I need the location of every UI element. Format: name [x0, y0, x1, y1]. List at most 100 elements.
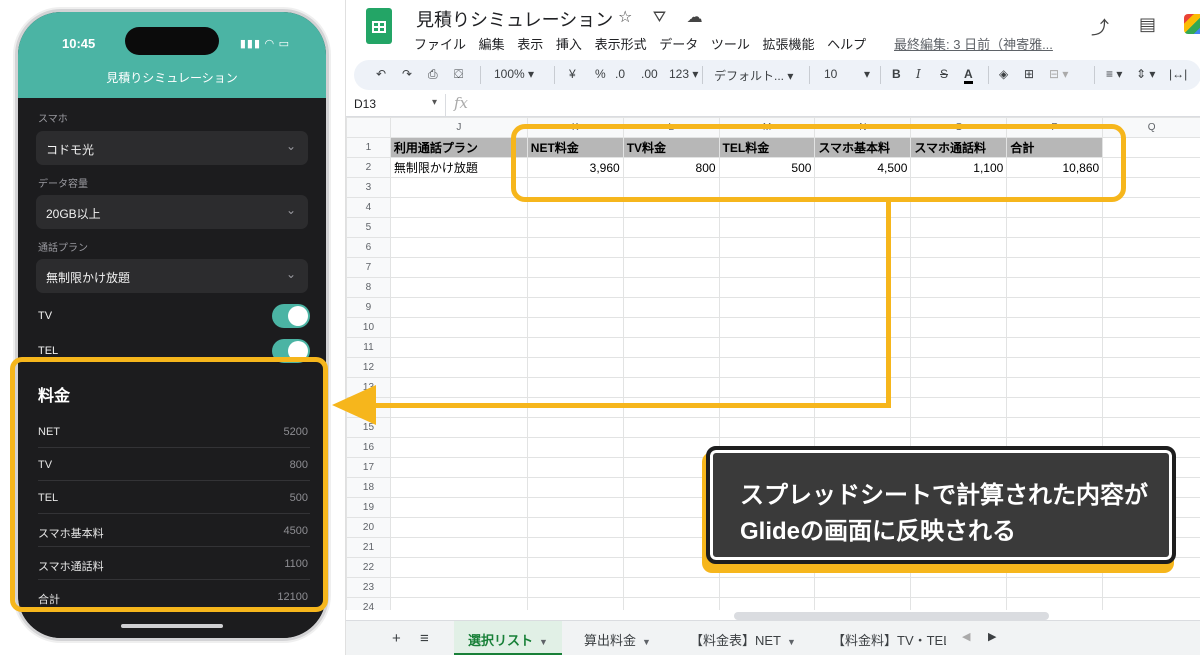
- cell[interactable]: [389, 377, 528, 398]
- cell[interactable]: [1102, 377, 1200, 398]
- cell[interactable]: [814, 357, 912, 378]
- cell[interactable]: [814, 417, 912, 438]
- menu-view[interactable]: 表示: [517, 37, 543, 52]
- cell[interactable]: [622, 277, 720, 298]
- cell[interactable]: [1006, 417, 1104, 438]
- cell[interactable]: [622, 257, 720, 278]
- cell[interactable]: [622, 297, 720, 318]
- menu-file[interactable]: ファイル: [414, 37, 466, 52]
- cell[interactable]: [718, 577, 816, 598]
- cell[interactable]: [526, 497, 624, 518]
- cell[interactable]: [389, 197, 528, 218]
- scroll-left-icon[interactable]: ◀: [962, 630, 970, 643]
- row-header[interactable]: 10: [346, 317, 391, 338]
- cell[interactable]: [526, 477, 624, 498]
- cell[interactable]: [526, 417, 624, 438]
- cell[interactable]: [389, 437, 528, 458]
- cell[interactable]: [1006, 597, 1104, 610]
- cell[interactable]: [1006, 257, 1104, 278]
- cell[interactable]: [1102, 257, 1200, 278]
- cell[interactable]: [389, 317, 528, 338]
- cell[interactable]: [526, 297, 624, 318]
- cell[interactable]: [718, 357, 816, 378]
- cell[interactable]: [814, 257, 912, 278]
- cell[interactable]: [389, 537, 528, 558]
- cell[interactable]: [389, 417, 528, 438]
- cell[interactable]: [1102, 577, 1200, 598]
- row-header[interactable]: 18: [346, 477, 391, 498]
- cell[interactable]: [389, 577, 528, 598]
- row-header[interactable]: 19: [346, 497, 391, 518]
- cell[interactable]: [910, 277, 1008, 298]
- cell[interactable]: [1006, 277, 1104, 298]
- cell[interactable]: [622, 597, 720, 610]
- row-header[interactable]: 4: [346, 197, 391, 218]
- borders-icon[interactable]: ⊞: [1024, 67, 1034, 81]
- cell[interactable]: [526, 377, 624, 398]
- column-header[interactable]: J: [389, 117, 528, 138]
- cell[interactable]: [718, 237, 816, 258]
- row-header[interactable]: 5: [346, 217, 391, 238]
- row-header[interactable]: 23: [346, 577, 391, 598]
- row-header[interactable]: 11: [346, 337, 391, 358]
- cell[interactable]: [1102, 397, 1200, 418]
- cell[interactable]: [1102, 297, 1200, 318]
- menu-format[interactable]: 表示形式: [595, 37, 647, 52]
- cell[interactable]: [622, 377, 720, 398]
- cell[interactable]: [389, 177, 528, 198]
- row-header[interactable]: 17: [346, 457, 391, 478]
- star-move-cloud-icon[interactable]: ☆ ⛛ ☁: [618, 7, 711, 27]
- cell[interactable]: [526, 237, 624, 258]
- print-icon[interactable]: ⎙: [428, 67, 438, 82]
- scroll-right-icon[interactable]: ▶: [988, 630, 996, 643]
- cell[interactable]: [1102, 417, 1200, 438]
- cell[interactable]: [1102, 597, 1200, 610]
- strikethrough-button[interactable]: S: [940, 67, 948, 81]
- all-sheets-icon[interactable]: ≡: [420, 630, 429, 647]
- cell[interactable]: [910, 357, 1008, 378]
- cell[interactable]: [718, 337, 816, 358]
- cell[interactable]: [910, 597, 1008, 610]
- cell[interactable]: [814, 297, 912, 318]
- toggle-tv[interactable]: [272, 304, 310, 328]
- cell[interactable]: [910, 417, 1008, 438]
- cell[interactable]: [1102, 277, 1200, 298]
- cell[interactable]: [910, 257, 1008, 278]
- row-header[interactable]: 20: [346, 517, 391, 538]
- sheet-tab[interactable]: 【料金表】NET ▼: [676, 621, 810, 655]
- cell[interactable]: [718, 377, 816, 398]
- cell[interactable]: [389, 357, 528, 378]
- cell[interactable]: [718, 297, 816, 318]
- row-header[interactable]: 2: [346, 157, 391, 178]
- menu-data[interactable]: データ: [659, 37, 698, 52]
- cell[interactable]: [389, 217, 528, 238]
- cell[interactable]: [622, 357, 720, 378]
- cell[interactable]: [1006, 217, 1104, 238]
- cell[interactable]: [1006, 377, 1104, 398]
- cell[interactable]: [814, 337, 912, 358]
- cell[interactable]: [718, 217, 816, 238]
- document-title[interactable]: 見積りシミュレーション: [416, 6, 613, 32]
- cell[interactable]: [718, 317, 816, 338]
- zoom-select[interactable]: 100% ▾: [494, 67, 534, 81]
- cell[interactable]: [910, 577, 1008, 598]
- cell[interactable]: [622, 337, 720, 358]
- cell[interactable]: [814, 317, 912, 338]
- cell[interactable]: [622, 577, 720, 598]
- font-size-select[interactable]: 10 ▾: [824, 67, 870, 81]
- cell[interactable]: [622, 417, 720, 438]
- corner-cell[interactable]: [346, 117, 391, 138]
- select-call-plan[interactable]: 無制限かけ放題 ⌄: [36, 259, 308, 293]
- menu-tools[interactable]: ツール: [711, 37, 750, 52]
- redo-icon[interactable]: ↷: [402, 67, 412, 81]
- cell[interactable]: [526, 357, 624, 378]
- cell[interactable]: [526, 277, 624, 298]
- cell[interactable]: [718, 417, 816, 438]
- row-header[interactable]: 9: [346, 297, 391, 318]
- cell[interactable]: [389, 237, 528, 258]
- number-format-select[interactable]: 123 ▾: [669, 67, 698, 81]
- cell[interactable]: [389, 277, 528, 298]
- cell[interactable]: [814, 577, 912, 598]
- cell[interactable]: [622, 217, 720, 238]
- cell[interactable]: [1006, 357, 1104, 378]
